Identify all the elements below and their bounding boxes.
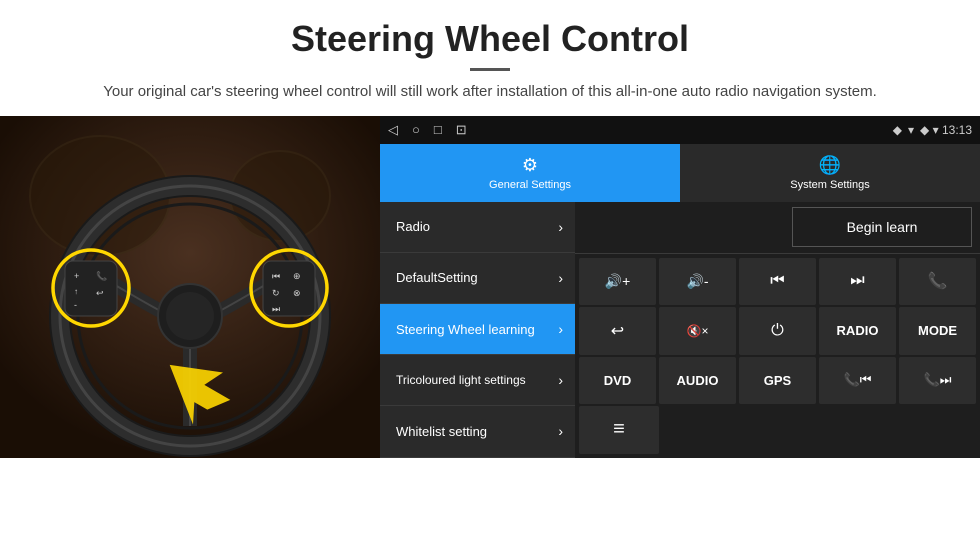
tab-bar: ⚙ General Settings 🌐 System Settings: [380, 144, 980, 202]
steering-wheel-image: + ↑ - 📞 ↩ ⏮ ⊕ ↻ ⊗ ⏭: [0, 116, 380, 458]
menu-button[interactable]: ≡: [579, 406, 659, 454]
controls-row-4: ≡: [579, 406, 976, 454]
hang-up-icon: ↩: [611, 321, 624, 341]
menu-item-radio[interactable]: Radio ›: [380, 202, 575, 253]
svg-text:↻: ↻: [272, 288, 280, 298]
menu-list: Radio › DefaultSetting › Steering Wheel …: [380, 202, 575, 458]
controls-row-3: DVD AUDIO GPS 📞⏮ 📞⏭: [579, 357, 976, 405]
volume-down-button[interactable]: 🔊-: [659, 258, 736, 306]
call-prev-icon: 📞⏮: [844, 372, 872, 388]
controls-row-2: ↩ 🔇× ⏻ RADIO MODE: [579, 307, 976, 355]
main-content: Radio › DefaultSetting › Steering Wheel …: [380, 202, 980, 458]
svg-text:⏭: ⏭: [272, 304, 280, 314]
audio-button[interactable]: AUDIO: [659, 357, 736, 405]
signal-icon: ◆: [893, 123, 902, 137]
menu-item-steering[interactable]: Steering Wheel learning ›: [380, 304, 575, 355]
power-button[interactable]: ⏻: [739, 307, 816, 355]
time-display: ◆ ▾ 13:13: [920, 123, 972, 137]
radio-button[interactable]: RADIO: [819, 307, 896, 355]
controls-grid: 🔊+ 🔊- ⏮ ⏭ 📞: [575, 254, 980, 458]
menu-whitelist-arrow: ›: [558, 423, 563, 439]
menu-steering-arrow: ›: [558, 321, 563, 337]
prev-track-icon: ⏮: [770, 272, 784, 290]
controls-top-row: Begin learn: [575, 202, 980, 254]
call-button[interactable]: 📞: [899, 258, 976, 306]
radio-text: RADIO: [837, 323, 879, 338]
menu-default-arrow: ›: [558, 270, 563, 286]
back-nav-icon[interactable]: ◁: [388, 122, 398, 138]
mute-icon: 🔇×: [687, 324, 709, 338]
menu-item-whitelist[interactable]: Whitelist setting ›: [380, 406, 575, 457]
svg-text:⊗: ⊗: [293, 288, 301, 298]
status-bar: ◁ ○ □ ⊡ ◆ ▾ ◆ ▾ 13:13: [380, 116, 980, 144]
home-nav-icon[interactable]: ○: [412, 122, 420, 137]
recent-nav-icon[interactable]: □: [434, 122, 442, 137]
tab-general-label: General Settings: [489, 179, 571, 191]
tab-system-settings[interactable]: 🌐 System Settings: [680, 144, 980, 202]
status-bar-right: ◆ ▾ ◆ ▾ 13:13: [893, 123, 972, 137]
menu-icon: ≡: [613, 418, 625, 441]
menu-whitelist-label: Whitelist setting: [396, 424, 487, 439]
menu-radio-label: Radio: [396, 219, 430, 234]
tab-system-label: System Settings: [790, 179, 869, 191]
system-settings-icon: 🌐: [819, 155, 841, 176]
svg-text:⊕: ⊕: [293, 271, 301, 281]
next-track-button[interactable]: ⏭: [819, 258, 896, 306]
audio-text: AUDIO: [677, 373, 719, 388]
call-icon: 📞: [928, 271, 948, 291]
volume-down-icon: 🔊-: [686, 273, 708, 290]
volume-up-button[interactable]: 🔊+: [579, 258, 656, 306]
mode-text: MODE: [918, 323, 957, 338]
menu-tricoloured-arrow: ›: [558, 372, 563, 388]
svg-text:-: -: [74, 300, 77, 310]
dvd-text: DVD: [604, 373, 631, 388]
menu-default-label: DefaultSetting: [396, 270, 478, 285]
begin-learn-button[interactable]: Begin learn: [792, 207, 972, 247]
svg-text:⏮: ⏮: [272, 271, 280, 281]
next-track-icon: ⏭: [850, 272, 864, 290]
prev-track-button[interactable]: ⏮: [739, 258, 816, 306]
menu-tricoloured-label: Tricoloured light settings: [396, 373, 526, 387]
wifi-icon: ▾: [908, 123, 914, 137]
menu-item-default[interactable]: DefaultSetting ›: [380, 253, 575, 304]
content-row: + ↑ - 📞 ↩ ⏮ ⊕ ↻ ⊗ ⏭: [0, 116, 980, 458]
menu-radio-arrow: ›: [558, 219, 563, 235]
mode-button[interactable]: MODE: [899, 307, 976, 355]
page-title: Steering Wheel Control: [60, 18, 920, 60]
svg-text:↩: ↩: [96, 288, 104, 298]
svg-text:↑: ↑: [74, 287, 78, 296]
title-divider: [470, 68, 510, 71]
subtitle-text: Your original car's steering wheel contr…: [60, 81, 920, 104]
hang-up-button[interactable]: ↩: [579, 307, 656, 355]
controls-panel: Begin learn 🔊+ 🔊- ⏮: [575, 202, 980, 458]
status-bar-nav-icons: ◁ ○ □ ⊡: [388, 122, 467, 138]
volume-up-icon: 🔊+: [605, 273, 631, 290]
menu-steering-label: Steering Wheel learning: [396, 322, 535, 337]
mute-button[interactable]: 🔇×: [659, 307, 736, 355]
header-section: Steering Wheel Control Your original car…: [0, 0, 980, 116]
call-next-icon: 📞⏭: [924, 372, 952, 388]
gps-button[interactable]: GPS: [739, 357, 816, 405]
call-next-button[interactable]: 📞⏭: [899, 357, 976, 405]
general-settings-icon: ⚙: [522, 155, 538, 176]
tab-general-settings[interactable]: ⚙ General Settings: [380, 144, 680, 202]
power-icon: ⏻: [771, 322, 784, 340]
gps-text: GPS: [764, 373, 791, 388]
dvd-button[interactable]: DVD: [579, 357, 656, 405]
call-prev-button[interactable]: 📞⏮: [819, 357, 896, 405]
controls-row-1: 🔊+ 🔊- ⏮ ⏭ 📞: [579, 258, 976, 306]
android-panel: ◁ ○ □ ⊡ ◆ ▾ ◆ ▾ 13:13 ⚙ General Settings…: [380, 116, 980, 458]
menu-item-tricoloured[interactable]: Tricoloured light settings ›: [380, 355, 575, 406]
svg-text:📞: 📞: [96, 270, 108, 281]
screenshot-nav-icon[interactable]: ⊡: [456, 122, 467, 138]
svg-text:+: +: [74, 271, 79, 281]
